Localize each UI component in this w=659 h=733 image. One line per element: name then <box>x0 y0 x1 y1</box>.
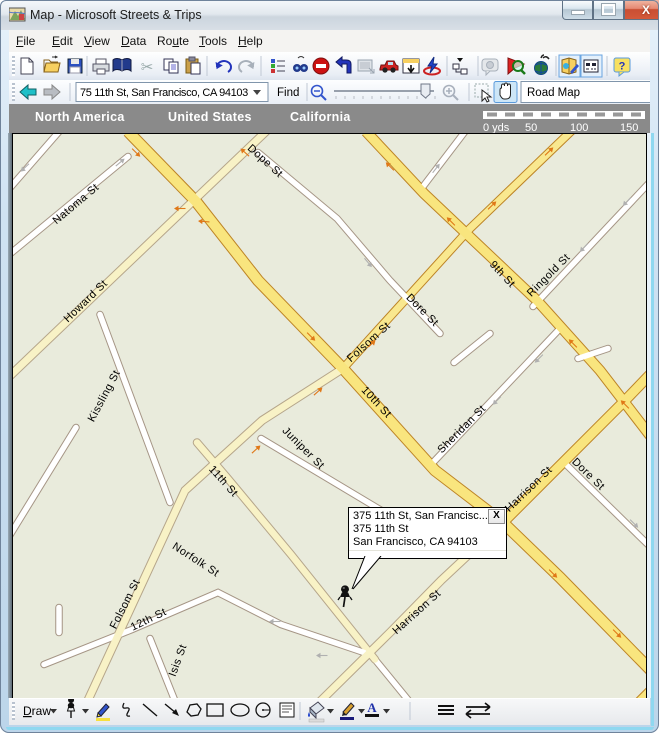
svg-text:75 11th St, San Francisco, CA: 75 11th St, San Francisco, CA 94103 <box>80 87 248 99</box>
svg-text:Folsom St: Folsom St <box>345 320 393 365</box>
svg-text:50: 50 <box>525 122 537 133</box>
svg-text:?: ? <box>619 61 626 73</box>
svg-text:10th St: 10th St <box>359 384 394 420</box>
svg-text:Natoma St: Natoma St <box>51 181 102 226</box>
svg-text:Sheridan St: Sheridan St <box>435 403 488 456</box>
svg-text:A: A <box>367 700 377 715</box>
svg-text:Dore St: Dore St <box>403 292 440 329</box>
svg-text:0 yds: 0 yds <box>483 122 510 133</box>
svg-text:✂: ✂ <box>141 59 154 76</box>
svg-text:Kissling St: Kissling St <box>86 368 123 424</box>
svg-text:150: 150 <box>620 122 638 133</box>
svg-text:Road Map: Road Map <box>527 87 580 99</box>
svg-text:Norfolk St: Norfolk St <box>170 540 221 579</box>
svg-text:Dope St: Dope St <box>245 142 285 180</box>
svg-text:Draw: Draw <box>23 704 51 718</box>
svg-text:Harrison St: Harrison St <box>390 588 443 637</box>
svg-text:100: 100 <box>570 122 588 133</box>
svg-text:Find: Find <box>277 87 299 99</box>
svg-text:Harrison St: Harrison St <box>503 464 555 515</box>
svg-text:Isis St: Isis St <box>167 643 190 679</box>
